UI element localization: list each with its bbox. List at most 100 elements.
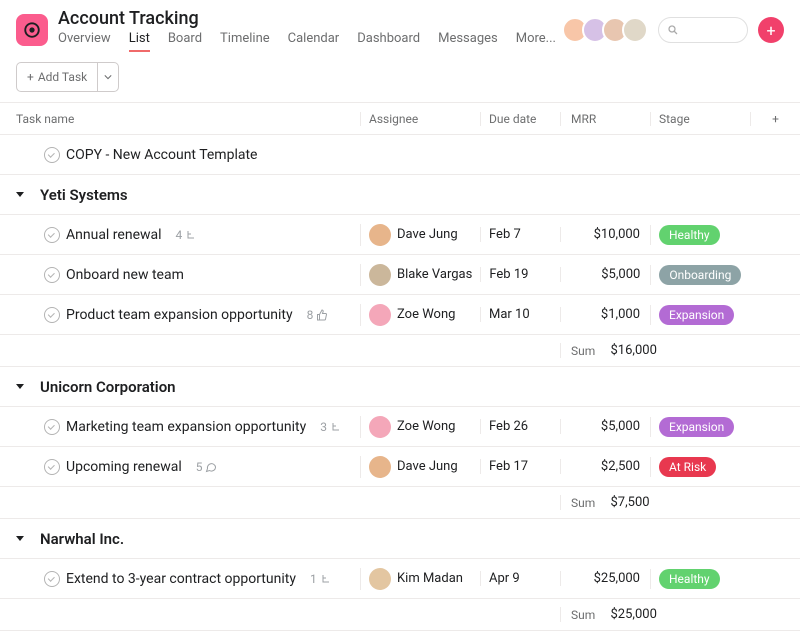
- due-date: Feb 26: [489, 419, 528, 434]
- mrr-value: $10,000: [594, 227, 640, 242]
- col-mrr-header[interactable]: MRR: [560, 112, 650, 126]
- task-name: Upcoming renewal: [66, 459, 182, 475]
- assignee-name: Dave Jung: [397, 227, 458, 242]
- complete-toggle[interactable]: [44, 571, 60, 587]
- task-name: Annual renewal: [66, 227, 162, 243]
- stage-pill[interactable]: Expansion: [659, 305, 734, 325]
- mrr-value: $25,000: [594, 571, 640, 586]
- project-icon: [16, 14, 48, 46]
- stage-pill[interactable]: Expansion: [659, 417, 734, 437]
- add-task-dropdown[interactable]: [97, 63, 118, 91]
- task-name: Extend to 3-year contract opportunity: [66, 571, 296, 587]
- sum-label: Sum: [571, 608, 595, 622]
- tab-more-[interactable]: More...: [516, 31, 556, 52]
- add-task-button[interactable]: + Add Task: [16, 62, 119, 92]
- avatar: [369, 264, 391, 286]
- collapse-toggle-icon[interactable]: [16, 536, 24, 541]
- sum-value: $7,500: [611, 495, 650, 510]
- col-assignee-header[interactable]: Assignee: [360, 112, 480, 126]
- complete-toggle[interactable]: [44, 227, 60, 243]
- stage-pill[interactable]: Onboarding: [659, 265, 741, 285]
- task-meta: 1: [310, 572, 332, 586]
- project-title: Account Tracking: [58, 8, 199, 29]
- task-name: Onboard new team: [66, 267, 184, 283]
- tab-dashboard[interactable]: Dashboard: [357, 31, 420, 52]
- col-name-header[interactable]: Task name: [0, 112, 360, 126]
- mrr-value: $5,000: [601, 419, 640, 434]
- task-row[interactable]: Marketing team expansion opportunity 3 Zo…: [0, 407, 800, 447]
- avatar[interactable]: [622, 17, 648, 43]
- complete-toggle[interactable]: [44, 147, 60, 163]
- complete-toggle[interactable]: [44, 459, 60, 475]
- project-tabs: Overview List Board Timeline Calendar Dashboa…: [58, 31, 558, 52]
- tab-timeline[interactable]: Timeline: [220, 31, 270, 52]
- assignee-name: Zoe Wong: [397, 419, 455, 434]
- assignee-name: Blake Vargas: [397, 267, 472, 282]
- task-meta: 3: [320, 420, 342, 434]
- mrr-value: $1,000: [601, 307, 640, 322]
- complete-toggle[interactable]: [44, 307, 60, 323]
- task-meta: 4: [176, 228, 198, 242]
- add-task-label: Add Task: [38, 70, 87, 84]
- complete-toggle[interactable]: [44, 267, 60, 283]
- avatar: [369, 456, 391, 478]
- global-add-button[interactable]: +: [758, 17, 784, 43]
- avatar: [369, 304, 391, 326]
- search-input[interactable]: [658, 17, 748, 43]
- column-headers: Task nameAssigneeDue dateMRRStage+: [0, 103, 800, 135]
- task-row[interactable]: Extend to 3-year contract opportunity1 K…: [0, 559, 800, 599]
- stage-pill[interactable]: Healthy: [659, 569, 720, 589]
- tab-overview[interactable]: Overview: [58, 31, 111, 52]
- task-row[interactable]: Upcoming renewal5 Dave JungFeb 17$2,500A…: [0, 447, 800, 487]
- stage-pill[interactable]: At Risk: [659, 457, 716, 477]
- plus-icon: +: [27, 70, 34, 84]
- tab-calendar[interactable]: Calendar: [288, 31, 340, 52]
- tab-list[interactable]: List: [129, 31, 150, 52]
- add-column-button[interactable]: +: [750, 112, 800, 126]
- task-name: COPY - New Account Template: [66, 147, 257, 163]
- section-sum: Sum $7,500: [0, 487, 800, 519]
- assignee-name: Dave Jung: [397, 459, 458, 474]
- task-name: Marketing team expansion opportunity: [66, 419, 306, 435]
- sum-label: Sum: [571, 496, 595, 510]
- section-header[interactable]: Narwhal Inc.: [0, 519, 800, 559]
- task-row[interactable]: Product team expansion opportunity 8 Zoe …: [0, 295, 800, 335]
- chevron-down-icon: [104, 73, 112, 81]
- sum-value: $25,000: [611, 607, 657, 622]
- col-due-header[interactable]: Due date: [480, 112, 560, 126]
- section-title: Yeti Systems: [30, 186, 128, 204]
- mrr-value: $2,500: [601, 459, 640, 474]
- section-header[interactable]: Yeti Systems: [0, 175, 800, 215]
- task-name: Product team expansion opportunity: [66, 307, 293, 323]
- due-date: Feb 17: [489, 459, 528, 474]
- search-icon: [667, 24, 679, 36]
- due-date: Feb 19: [489, 267, 528, 282]
- due-date: Mar 10: [489, 307, 530, 322]
- section-header[interactable]: Unicorn Corporation: [0, 367, 800, 407]
- section-title: Narwhal Inc.: [30, 530, 124, 548]
- sum-value: $16,000: [611, 343, 657, 358]
- col-stage-header[interactable]: Stage: [650, 112, 750, 126]
- section-title: Unicorn Corporation: [30, 378, 176, 396]
- mrr-value: $5,000: [601, 267, 640, 282]
- task-meta: 8: [307, 308, 329, 322]
- assignee-name: Zoe Wong: [397, 307, 455, 322]
- complete-toggle[interactable]: [44, 419, 60, 435]
- section-sum: Sum $16,000: [0, 335, 800, 367]
- due-date: Apr 9: [489, 571, 520, 586]
- tab-board[interactable]: Board: [168, 31, 202, 52]
- avatar: [369, 416, 391, 438]
- collapse-toggle-icon[interactable]: [16, 192, 24, 197]
- avatar: [369, 568, 391, 590]
- tab-messages[interactable]: Messages: [438, 31, 498, 52]
- task-row[interactable]: Onboard new team Blake Vargas Feb 19 $5,000…: [0, 255, 800, 295]
- stage-pill[interactable]: Healthy: [659, 225, 720, 245]
- avatar: [369, 224, 391, 246]
- section-sum: Sum $25,000: [0, 599, 800, 631]
- sum-label: Sum: [571, 344, 595, 358]
- task-row[interactable]: COPY - New Account Template: [0, 135, 800, 175]
- collapse-toggle-icon[interactable]: [16, 384, 24, 389]
- team-avatars[interactable]: [568, 17, 648, 43]
- task-row[interactable]: Annual renewal 4 Dave Jung Feb 7 $10,000 Hea…: [0, 215, 800, 255]
- due-date: Feb 7: [489, 227, 521, 242]
